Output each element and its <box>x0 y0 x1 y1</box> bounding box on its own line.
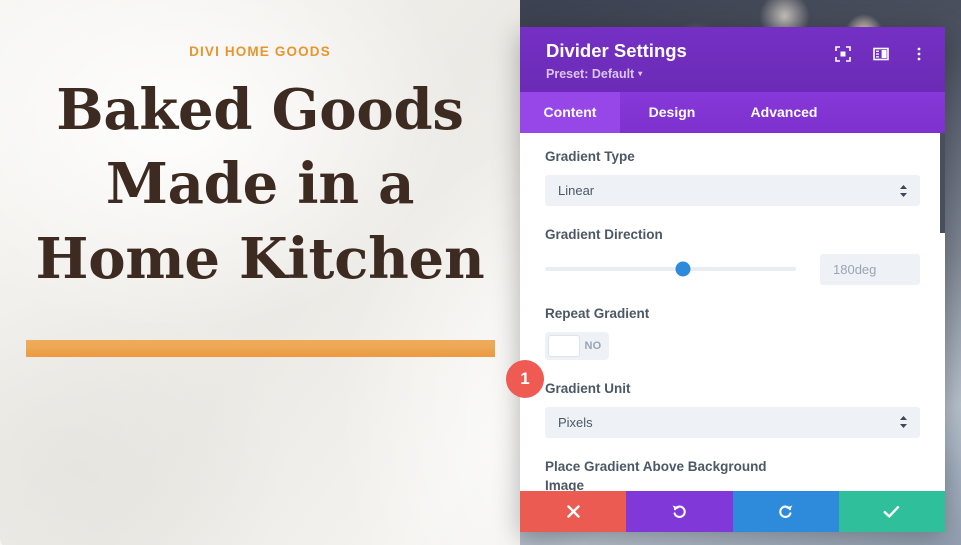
slider-track <box>545 267 796 271</box>
modal-header-titles: Divider Settings Preset: Default ▾ <box>546 40 687 81</box>
repeat-gradient-label: Repeat Gradient <box>545 305 650 321</box>
gradient-type-label: Gradient Type <box>545 149 635 165</box>
gradient-direction-row: 180deg <box>545 253 920 285</box>
modal-body: Gradient Type Linear Gradient Direction <box>520 133 945 491</box>
modal-scrollbar-thumb[interactable] <box>940 133 945 234</box>
modal-tabs: Content Design Advanced <box>520 92 945 134</box>
modal-action-bar <box>520 491 945 532</box>
toggle-knob <box>548 334 580 357</box>
gradient-unit-label: Gradient Unit <box>545 380 631 396</box>
gradient-type-select[interactable]: Linear <box>545 175 920 207</box>
field-gradient-direction: Gradient Direction 180deg <box>545 225 920 285</box>
step-annotation-badge: 1 <box>506 360 544 398</box>
hero-eyebrow: DIVI HOME GOODS <box>189 44 331 59</box>
more-vertical-icon[interactable] <box>910 45 927 62</box>
preset-label: Preset: Default <box>546 67 635 82</box>
divider-settings-modal: Divider Settings Preset: Default ▾ Conte… <box>520 27 945 532</box>
field-gradient-unit: Gradient Unit Pixels <box>545 379 920 438</box>
chevron-down-icon: ▾ <box>638 69 643 79</box>
place-gradient-above-bg-label: Place Gradient Above Background Image <box>545 458 767 491</box>
chevron-updown-icon <box>899 416 908 429</box>
gradient-type-value: Linear <box>558 183 595 199</box>
field-repeat-gradient: Repeat Gradient NO <box>545 304 920 360</box>
gradient-unit-value: Pixels <box>558 414 593 430</box>
hero-title-line-3: Home Kitchen <box>35 225 485 292</box>
layout-panel-icon[interactable] <box>872 45 889 62</box>
tab-advanced[interactable]: Advanced <box>724 92 844 133</box>
divider-module-preview[interactable] <box>25 340 495 358</box>
redo-button[interactable] <box>732 491 839 532</box>
field-place-gradient-above-bg: Place Gradient Above Background Image NO <box>545 457 920 491</box>
page-title: Baked Goods Made in a Home Kitchen <box>22 73 498 296</box>
field-gradient-type: Gradient Type Linear <box>545 147 920 207</box>
slider-thumb[interactable] <box>675 261 690 277</box>
repeat-gradient-toggle-value: NO <box>584 339 602 352</box>
gradient-direction-slider[interactable] <box>545 260 820 278</box>
repeat-gradient-toggle[interactable]: NO <box>545 331 609 360</box>
hero-title-line-1: Baked Goods <box>56 77 464 143</box>
tab-design[interactable]: Design <box>620 92 724 133</box>
save-button[interactable] <box>838 491 945 532</box>
screenshot-stage: DIVI HOME GOODS Baked Goods Made in a Ho… <box>0 0 961 545</box>
focus-target-icon[interactable] <box>834 45 851 62</box>
undo-button[interactable] <box>626 491 733 532</box>
modal-header: Divider Settings Preset: Default ▾ <box>520 27 945 93</box>
modal-header-icons <box>834 40 927 62</box>
tab-content[interactable]: Content <box>520 92 620 134</box>
gradient-direction-input[interactable]: 180deg <box>820 253 920 285</box>
close-button[interactable] <box>520 491 627 532</box>
chevron-updown-icon <box>899 184 908 197</box>
modal-title: Divider Settings <box>546 40 687 61</box>
hero-section: DIVI HOME GOODS Baked Goods Made in a Ho… <box>0 0 520 545</box>
gradient-direction-label: Gradient Direction <box>545 227 663 243</box>
hero-title-line-2: Made in a <box>105 151 415 218</box>
gradient-unit-select[interactable]: Pixels <box>545 406 920 438</box>
preset-dropdown[interactable]: Preset: Default ▾ <box>546 67 687 81</box>
